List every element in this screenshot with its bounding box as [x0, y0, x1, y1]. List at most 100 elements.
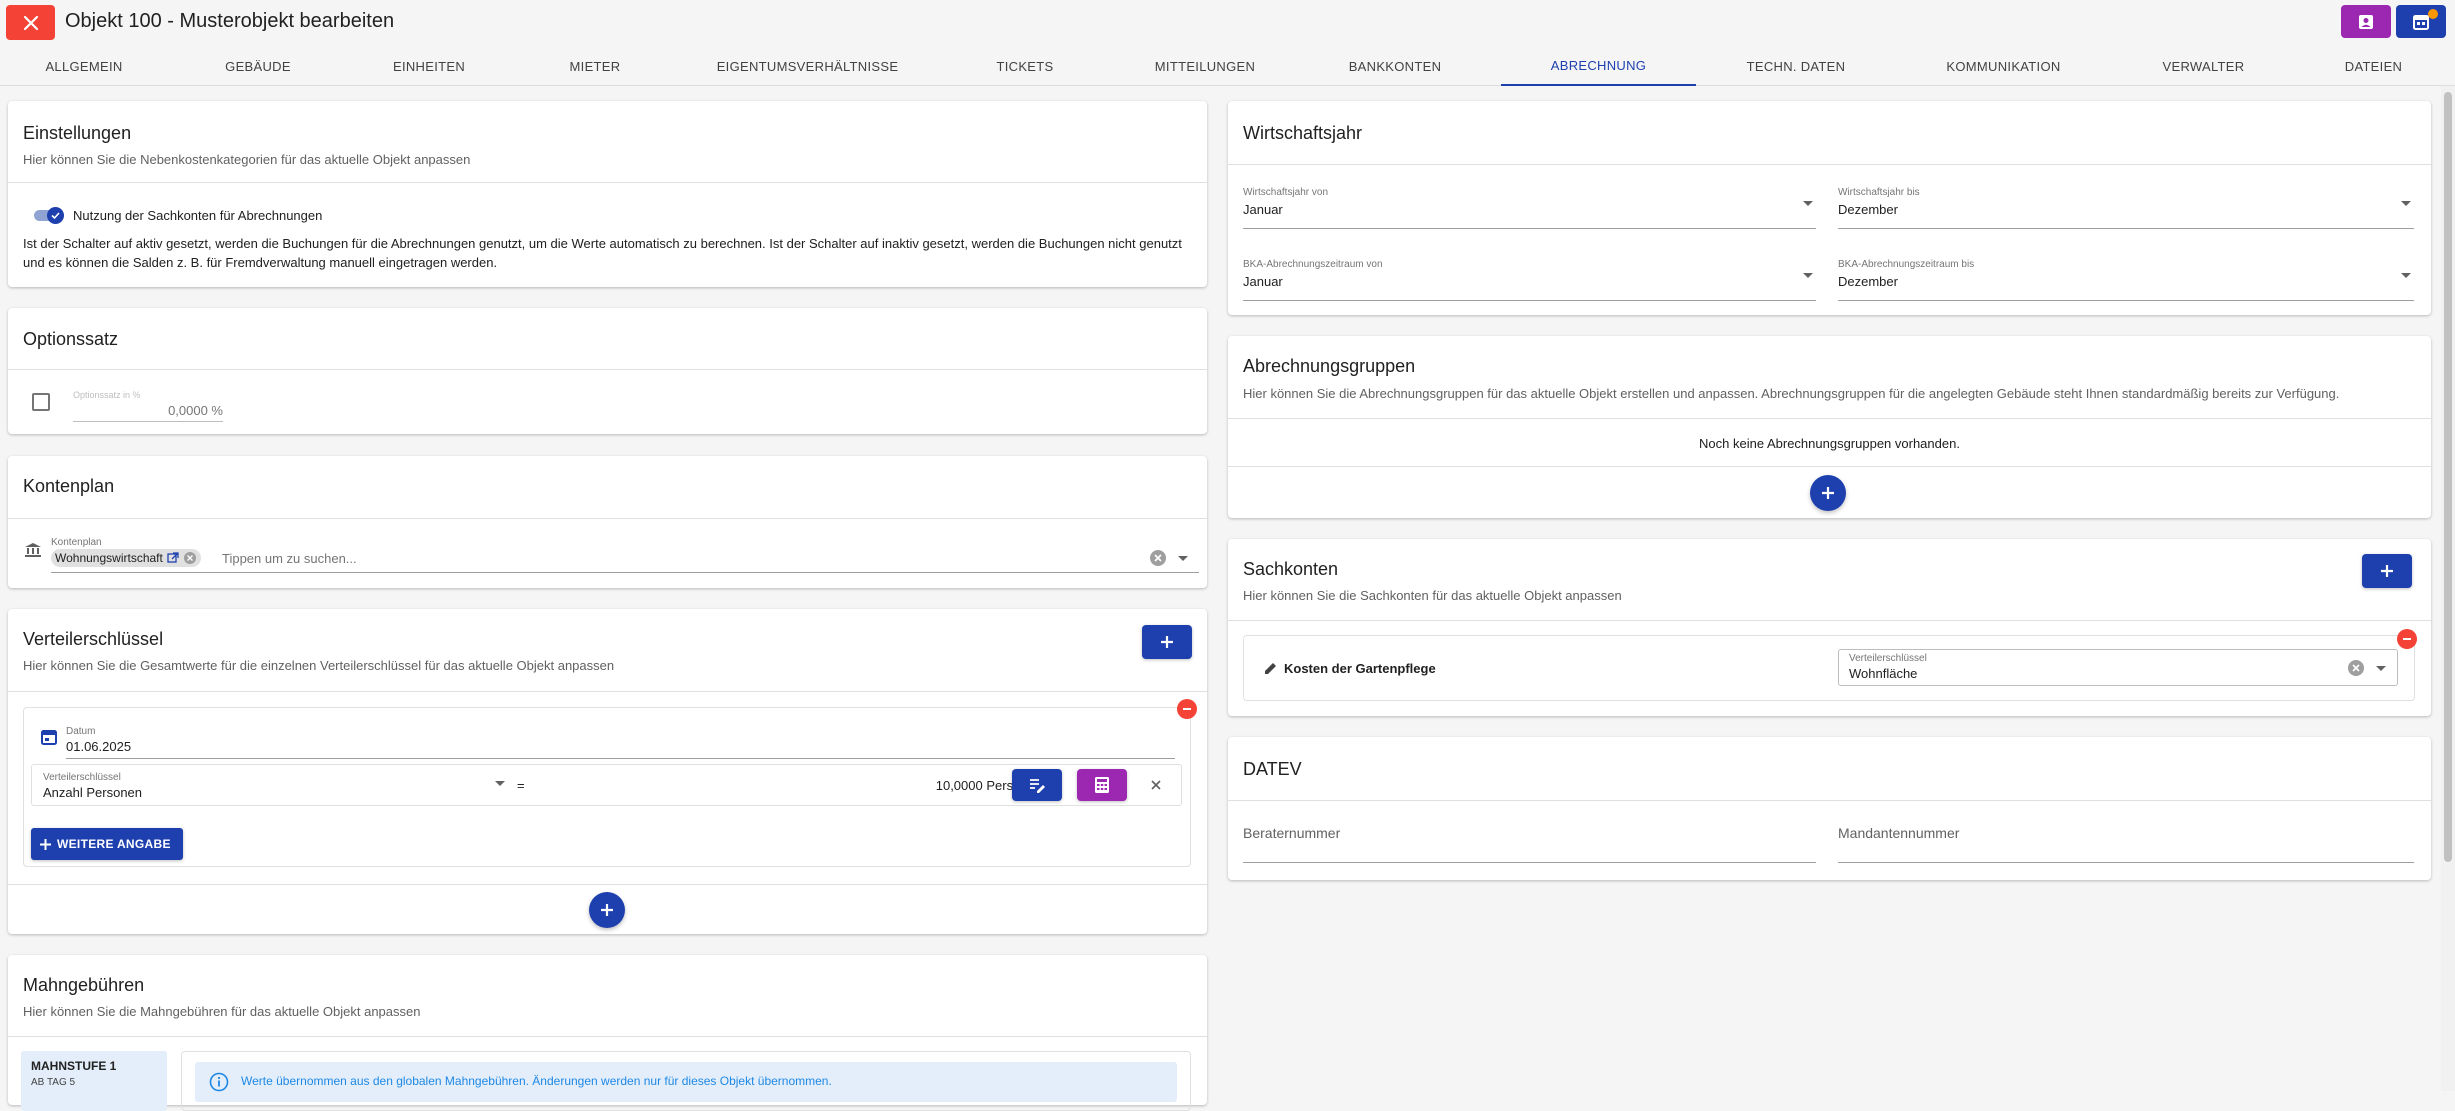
- chevron-down-icon[interactable]: [495, 781, 505, 786]
- notification-dot: [2428, 9, 2438, 19]
- add-verteilerschluessel-button[interactable]: [1142, 625, 1192, 659]
- divider: [1228, 164, 2431, 165]
- datum-input[interactable]: 01.06.2025: [66, 739, 131, 754]
- calculator-button[interactable]: [1077, 769, 1127, 801]
- calendar-button[interactable]: [2396, 5, 2446, 38]
- kontenplan-search-input[interactable]: Tippen um zu suchen...: [222, 551, 357, 566]
- tab-abrechnung[interactable]: ABRECHNUNG: [1501, 46, 1696, 86]
- calendar-icon[interactable]: [40, 728, 58, 746]
- key-label: Verteilerschlüssel: [43, 772, 121, 783]
- tab-tickets[interactable]: TICKETS: [935, 46, 1115, 86]
- datum-underline: [66, 758, 1175, 759]
- close-icon: [23, 15, 38, 30]
- sachkonto-name: Kosten der Gartenpflege: [1284, 661, 1436, 676]
- remove-entry-button[interactable]: [1177, 699, 1197, 719]
- einstellungen-title: Einstellungen: [23, 123, 132, 143]
- chip-label: Wohnungswirtschaft: [55, 551, 163, 565]
- wirtschaftsjahr-bis-label: Wirtschaftsjahr bis: [1838, 187, 1920, 198]
- calculator-icon: [1095, 777, 1109, 793]
- tab-allgemein[interactable]: ALLGEMEIN: [0, 46, 168, 86]
- clear-icon[interactable]: [1149, 549, 1167, 567]
- wirtschaftsjahr-bis-select[interactable]: Wirtschaftsjahr bis Dezember: [1838, 187, 2414, 229]
- tab-bar: ALLGEMEIN GEBÄUDE EINHEITEN MIETER EIGEN…: [0, 46, 2455, 86]
- tab-kommunikation[interactable]: KOMMUNIKATION: [1896, 46, 2111, 86]
- scrollbar-thumb[interactable]: [2444, 92, 2452, 862]
- datev-title: DATEV: [1243, 759, 1302, 779]
- sachkonten-toggle[interactable]: [34, 207, 64, 224]
- divider: [8, 518, 1207, 519]
- add-sachkonto-button[interactable]: [2362, 554, 2412, 588]
- info-icon: [209, 1072, 229, 1092]
- kontenplan-chip[interactable]: Wohnungswirtschaft: [51, 549, 201, 567]
- mahngebuehren-subtitle: Hier können Sie die Mahngebühren für das…: [23, 1004, 421, 1019]
- tab-bankkonten[interactable]: BANKKONTEN: [1295, 46, 1495, 86]
- bka-von-label: BKA-Abrechnungszeitraum von: [1243, 259, 1383, 270]
- bka-bis-label: BKA-Abrechnungszeitraum bis: [1838, 259, 1975, 270]
- chevron-down-icon: [1803, 201, 1813, 206]
- chevron-down-icon[interactable]: [2376, 666, 2386, 671]
- optionssatz-card: Optionssatz Optionssatz in % 0,0000 %: [8, 308, 1207, 434]
- chevron-down-icon: [2401, 201, 2411, 206]
- plus-icon: [2381, 565, 2393, 577]
- info-alert: Werte übernommen aus den globalen Mahnge…: [195, 1062, 1177, 1102]
- verteilerschluessel-subtitle: Hier können Sie die Gesamtwerte für die …: [23, 658, 615, 673]
- abrechnungsgruppen-title: Abrechnungsgruppen: [1243, 356, 1416, 376]
- verteilerschluessel-title: Verteilerschlüssel: [23, 629, 164, 649]
- optionssatz-value: 0,0000 %: [168, 403, 223, 418]
- contact-icon: [2359, 14, 2373, 29]
- add-abrechnungsgruppe-button[interactable]: [1810, 475, 1846, 511]
- optionssatz-checkbox[interactable]: [32, 393, 50, 411]
- minus-icon: [2403, 638, 2411, 640]
- equals-sign: =: [517, 778, 525, 793]
- mandantennummer-input[interactable]: Mandantennummer: [1838, 825, 2414, 865]
- close-button[interactable]: [6, 5, 55, 40]
- bka-von-value: Januar: [1243, 274, 1283, 289]
- tab-mitteilungen[interactable]: MITTEILUNGEN: [1115, 46, 1295, 86]
- mahnstufe-title: MAHNSTUFE 1: [31, 1059, 117, 1073]
- sachkonto-key-select[interactable]: Verteilerschlüssel Wohnfläche: [1838, 649, 2398, 686]
- weitere-angabe-button[interactable]: WEITERE ANGABE: [31, 828, 183, 860]
- wirtschaftsjahr-von-value: Januar: [1243, 202, 1283, 217]
- edit-notes-button[interactable]: [1012, 769, 1062, 801]
- divider: [8, 884, 1207, 885]
- tab-verwalter[interactable]: VERWALTER: [2111, 46, 2296, 86]
- bka-von-select[interactable]: BKA-Abrechnungszeitraum von Januar: [1243, 259, 1816, 301]
- external-link-icon[interactable]: [167, 552, 179, 564]
- add-entry-button[interactable]: [589, 892, 625, 928]
- minus-icon: [1183, 708, 1191, 710]
- bank-icon: [25, 543, 41, 557]
- contact-button[interactable]: [2341, 5, 2391, 38]
- tab-gebaeude[interactable]: GEBÄUDE: [168, 46, 348, 86]
- optionssatz-title: Optionssatz: [23, 329, 119, 349]
- mahnstufe-subtitle: AB TAG 5: [31, 1077, 76, 1088]
- divider: [1228, 418, 2431, 419]
- mandantennummer-label: Mandantennummer: [1838, 825, 1960, 841]
- kontenplan-title: Kontenplan: [23, 476, 115, 496]
- kontenplan-card: Kontenplan Kontenplan Wohnungswirtschaft…: [8, 456, 1207, 588]
- tab-eigentumsverhaeltnisse[interactable]: EIGENTUMSVERHÄLTNISSE: [680, 46, 935, 86]
- mahngebuehren-title: Mahngebühren: [23, 975, 145, 995]
- close-icon[interactable]: [1150, 779, 1162, 791]
- pencil-icon[interactable]: [1264, 661, 1278, 675]
- page-scrollbar[interactable]: [2441, 86, 2455, 1091]
- clear-icon[interactable]: [2347, 659, 2365, 677]
- optionssatz-input[interactable]: 0,0000 %: [73, 400, 223, 422]
- divider: [8, 182, 1207, 183]
- chip-remove-icon[interactable]: [183, 551, 197, 565]
- chevron-down-icon[interactable]: [1178, 556, 1188, 561]
- datev-card: DATEV Beraternummer Mandantennummer: [1228, 737, 2431, 880]
- bka-bis-select[interactable]: BKA-Abrechnungszeitraum bis Dezember: [1838, 259, 2414, 301]
- wirtschaftsjahr-von-select[interactable]: Wirtschaftsjahr von Januar: [1243, 187, 1816, 229]
- tab-einheiten[interactable]: EINHEITEN: [348, 46, 510, 86]
- tab-mieter[interactable]: MIETER: [510, 46, 680, 86]
- sachkonten-subtitle: Hier können Sie die Sachkonten für das a…: [1243, 588, 1622, 603]
- toggle-label: Nutzung der Sachkonten für Abrechnungen: [73, 208, 323, 223]
- tab-dateien[interactable]: DATEIEN: [2296, 46, 2451, 86]
- page-title: Objekt 100 - Musterobjekt bearbeiten: [65, 10, 395, 32]
- mahnstufe-1-tab[interactable]: MAHNSTUFE 1 AB TAG 5: [21, 1051, 167, 1111]
- wirtschaftsjahr-bis-value: Dezember: [1838, 202, 1898, 217]
- key-select[interactable]: Anzahl Personen: [43, 785, 142, 800]
- beraternummer-input[interactable]: Beraternummer: [1243, 825, 1816, 865]
- tab-techn-daten[interactable]: TECHN. DATEN: [1696, 46, 1896, 86]
- remove-sachkonto-button[interactable]: [2397, 629, 2417, 649]
